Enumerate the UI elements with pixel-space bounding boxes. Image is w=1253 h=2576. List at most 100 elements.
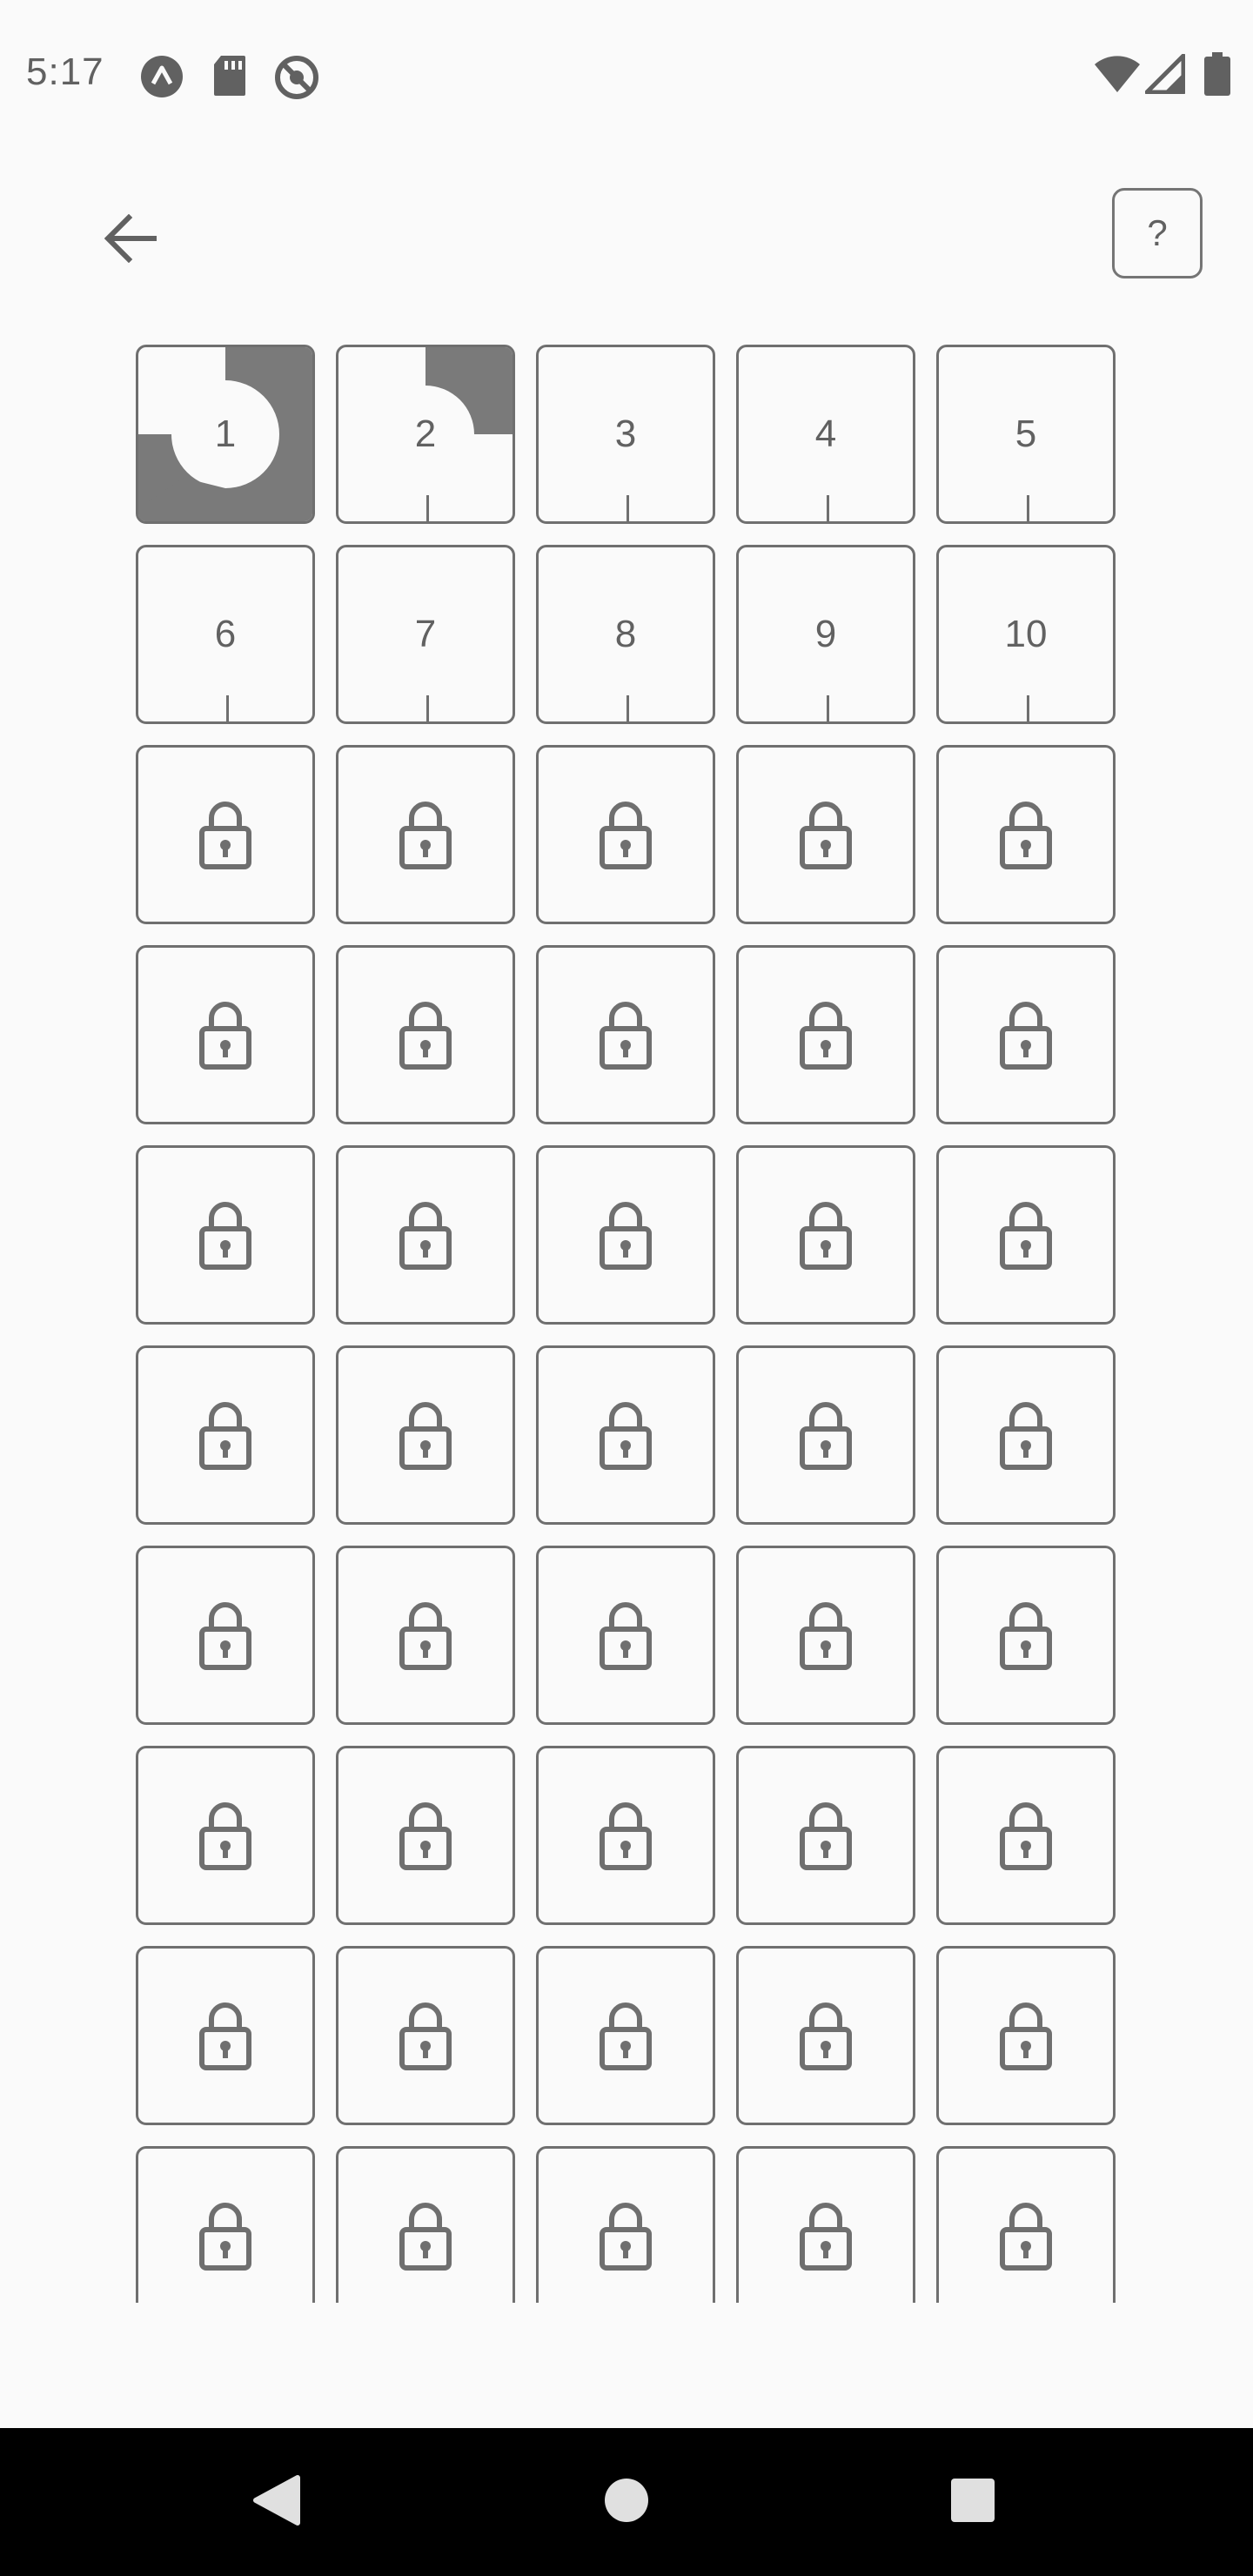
lock-icon: [539, 1148, 713, 1322]
locked-level-tile[interactable]: [536, 1946, 715, 2125]
lock-icon: [338, 1949, 513, 2123]
level-number: 8: [614, 613, 637, 655]
battery-icon: [1204, 52, 1230, 96]
lock-icon: [338, 1548, 513, 1722]
locked-level-tile[interactable]: [536, 945, 715, 1124]
locked-level-tile[interactable]: [536, 1746, 715, 1925]
lock-icon: [539, 1548, 713, 1722]
lock-icon: [739, 748, 913, 922]
system-navigation-bar: [0, 2428, 1253, 2576]
lock-icon: [739, 1748, 913, 1922]
locked-level-tile[interactable]: [536, 1145, 715, 1325]
locked-level-tile[interactable]: [336, 745, 515, 924]
nav-recents-button[interactable]: [903, 2428, 1042, 2576]
locked-level-tile[interactable]: [936, 1946, 1116, 2125]
locked-level-tile[interactable]: [136, 745, 315, 924]
level-grid-viewport[interactable]: 1 2 3 4 5 6 7 8 9 10: [0, 345, 1253, 2303]
locked-level-tile[interactable]: [736, 945, 915, 1124]
lock-icon: [138, 1748, 312, 1922]
level-number: 2: [414, 413, 437, 455]
recents-square-icon: [949, 2477, 996, 2528]
locked-level-tile[interactable]: [936, 1746, 1116, 1925]
level-tile[interactable]: 2: [336, 345, 515, 524]
level-number: 6: [214, 613, 237, 655]
level-tick-mark: [226, 695, 229, 721]
locked-level-tile[interactable]: [336, 1145, 515, 1325]
level-tick-mark: [626, 695, 629, 721]
locked-level-tile[interactable]: [136, 1546, 315, 1725]
level-tile[interactable]: 5: [936, 345, 1116, 524]
lock-icon: [138, 948, 312, 1122]
locked-level-tile[interactable]: [936, 1345, 1116, 1525]
cell-signal-icon: [1145, 54, 1185, 94]
locked-level-tile[interactable]: [136, 1145, 315, 1325]
locked-level-tile[interactable]: [536, 745, 715, 924]
locked-level-tile[interactable]: [736, 1746, 915, 1925]
locked-level-tile[interactable]: [536, 1345, 715, 1525]
lock-icon: [338, 1748, 513, 1922]
lock-icon: [138, 1548, 312, 1722]
lock-icon: [939, 948, 1113, 1122]
level-tile[interactable]: 1: [136, 345, 315, 524]
lock-icon: [338, 2149, 513, 2303]
nav-back-button[interactable]: [207, 2428, 346, 2576]
locked-level-tile[interactable]: [136, 1345, 315, 1525]
lock-icon: [539, 1348, 713, 1522]
level-number: 5: [1015, 413, 1037, 455]
locked-level-tile[interactable]: [136, 2146, 315, 2303]
back-triangle-icon: [252, 2474, 301, 2531]
locked-level-tile[interactable]: [336, 1746, 515, 1925]
lock-icon: [338, 948, 513, 1122]
do-not-disturb-icon: [273, 54, 320, 101]
sd-card-icon: [212, 54, 247, 97]
level-number: 3: [614, 413, 637, 455]
lock-icon: [739, 1348, 913, 1522]
wifi-icon: [1093, 54, 1142, 94]
locked-level-tile[interactable]: [736, 1345, 915, 1525]
locked-level-tile[interactable]: [936, 1145, 1116, 1325]
locked-level-tile[interactable]: [736, 2146, 915, 2303]
locked-level-tile[interactable]: [936, 2146, 1116, 2303]
level-tile[interactable]: 3: [536, 345, 715, 524]
locked-level-tile[interactable]: [136, 945, 315, 1124]
level-tick-mark: [1027, 695, 1029, 721]
locked-level-tile[interactable]: [136, 1946, 315, 2125]
level-tile[interactable]: 6: [136, 545, 315, 724]
level-number: 1: [214, 413, 237, 455]
level-tile[interactable]: 8: [536, 545, 715, 724]
locked-level-tile[interactable]: [336, 945, 515, 1124]
locked-level-tile[interactable]: [936, 1546, 1116, 1725]
locked-level-tile[interactable]: [736, 1145, 915, 1325]
lock-icon: [939, 1949, 1113, 2123]
level-tile[interactable]: 10: [936, 545, 1116, 724]
lock-icon: [939, 2149, 1113, 2303]
level-tile[interactable]: 9: [736, 545, 915, 724]
locked-level-tile[interactable]: [336, 2146, 515, 2303]
locked-level-tile[interactable]: [736, 1546, 915, 1725]
lock-icon: [939, 748, 1113, 922]
locked-level-tile[interactable]: [736, 745, 915, 924]
lock-icon: [739, 1148, 913, 1322]
lock-icon: [539, 948, 713, 1122]
home-circle-icon: [603, 2477, 650, 2528]
locked-level-tile[interactable]: [936, 945, 1116, 1124]
back-button[interactable]: [85, 195, 176, 285]
level-tick-mark: [827, 695, 829, 721]
level-tick-mark: [827, 495, 829, 521]
lock-icon: [939, 1348, 1113, 1522]
level-tile[interactable]: 4: [736, 345, 915, 524]
level-tile[interactable]: 7: [336, 545, 515, 724]
nav-home-button[interactable]: [557, 2428, 696, 2576]
locked-level-tile[interactable]: [136, 1746, 315, 1925]
app-notification-icon: [139, 54, 184, 99]
lock-icon: [338, 748, 513, 922]
locked-level-tile[interactable]: [536, 2146, 715, 2303]
help-button[interactable]: ?: [1112, 188, 1203, 278]
locked-level-tile[interactable]: [736, 1946, 915, 2125]
locked-level-tile[interactable]: [936, 745, 1116, 924]
locked-level-tile[interactable]: [336, 1546, 515, 1725]
locked-level-tile[interactable]: [336, 1946, 515, 2125]
lock-icon: [138, 1148, 312, 1322]
locked-level-tile[interactable]: [536, 1546, 715, 1725]
locked-level-tile[interactable]: [336, 1345, 515, 1525]
